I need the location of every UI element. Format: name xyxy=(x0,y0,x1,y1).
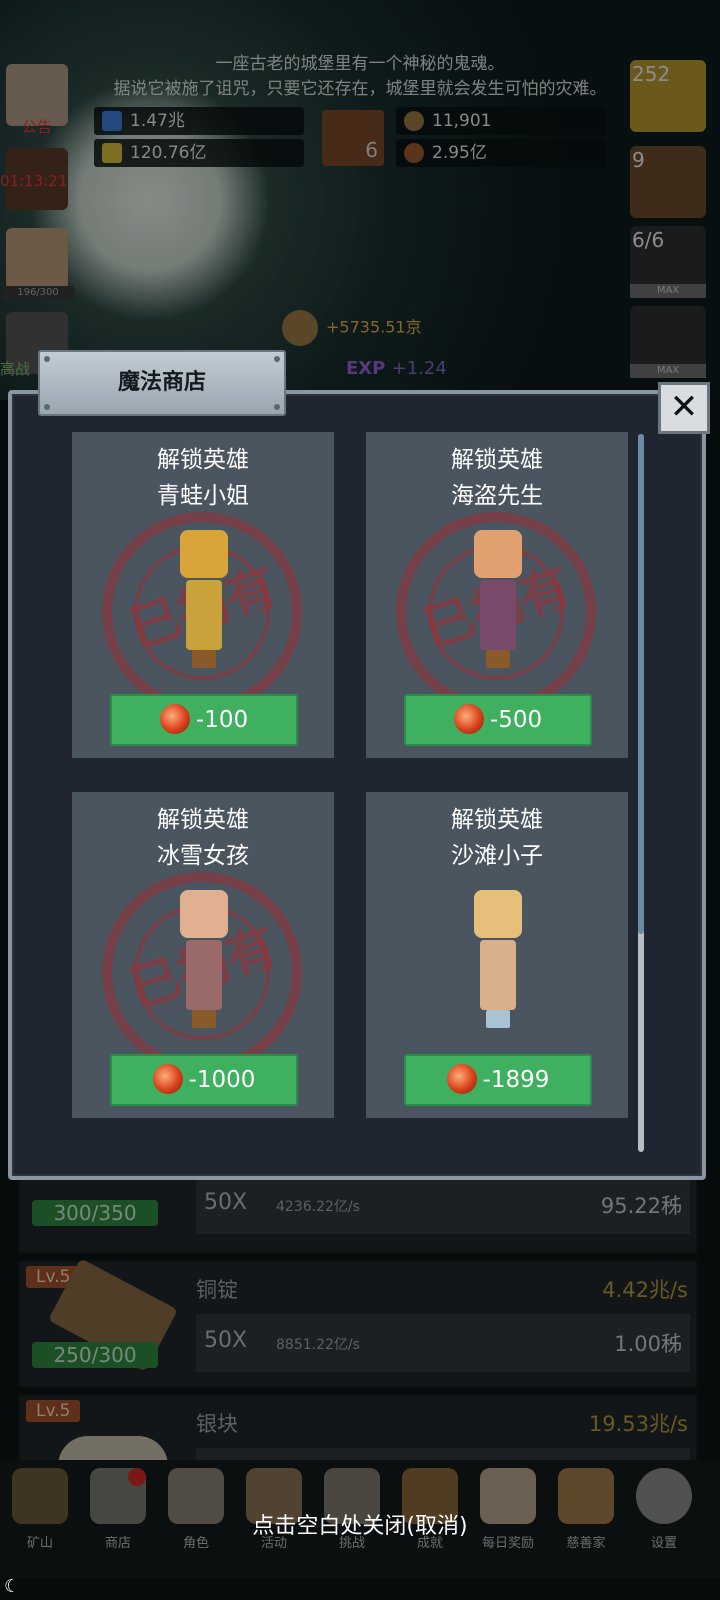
hero-legs xyxy=(192,650,216,668)
hero-body xyxy=(186,580,222,650)
shop-title: 魔法商店 xyxy=(117,370,206,395)
beach-boy-sprite xyxy=(474,890,522,1030)
price-label: -100 xyxy=(195,707,249,733)
card-hero-name: 海盗先生 xyxy=(451,483,543,509)
hero-legs xyxy=(192,1010,216,1028)
hero-card-ice-girl: 解锁英雄 冰雪女孩 已拥有 -1000 xyxy=(72,792,334,1118)
hero-head xyxy=(180,530,228,578)
card-hero-name: 青蛙小姐 xyxy=(157,483,249,509)
frog-lady-sprite xyxy=(180,530,228,670)
card-hero-name: 冰雪女孩 xyxy=(157,843,249,869)
price-label: -1899 xyxy=(482,1067,550,1093)
potion-icon xyxy=(446,1063,477,1094)
close-button[interactable]: ✕ xyxy=(658,382,710,434)
pirate-sprite xyxy=(474,530,522,670)
hero-head xyxy=(474,890,522,938)
hero-body xyxy=(480,580,516,650)
card-hero-name: 沙滩小子 xyxy=(451,843,543,869)
buy-button[interactable]: -500 xyxy=(404,694,592,746)
buy-button[interactable]: -1899 xyxy=(404,1054,592,1106)
hero-legs xyxy=(486,650,510,668)
potion-icon xyxy=(453,703,484,734)
rivet xyxy=(44,404,50,410)
close-hint: 点击空白处关闭(取消) xyxy=(252,1514,468,1539)
hero-body xyxy=(480,940,516,1010)
moon-icon: ☾ xyxy=(4,1576,21,1597)
rivet xyxy=(44,356,50,362)
buy-button[interactable]: -100 xyxy=(110,694,298,746)
hero-body xyxy=(186,940,222,1010)
scroll-thumb[interactable] xyxy=(638,434,644,934)
card-action: 解锁英雄 xyxy=(451,807,543,833)
hero-legs xyxy=(486,1010,510,1028)
hero-card-pirate-mister: 解锁英雄 海盗先生 已拥有 -500 xyxy=(366,432,628,758)
scrollbar[interactable] xyxy=(638,434,644,1152)
rivet xyxy=(274,356,280,362)
hero-card-beach-boy: 解锁英雄 沙滩小子 -1899 xyxy=(366,792,628,1118)
rivet xyxy=(274,404,280,410)
close-icon: ✕ xyxy=(669,387,699,427)
price-label: -1000 xyxy=(188,1067,256,1093)
card-action: 解锁英雄 xyxy=(451,447,543,473)
shop-title-plate: 魔法商店 xyxy=(38,350,286,416)
potion-icon xyxy=(152,1063,183,1094)
magic-shop-modal: 解锁英雄 青蛙小姐 已拥有 -100 解锁英雄 海盗先生 已拥有 -500 xyxy=(8,390,706,1180)
hero-card-frog-lady: 解锁英雄 青蛙小姐 已拥有 -100 xyxy=(72,432,334,758)
ice-girl-sprite xyxy=(180,890,228,1030)
card-action: 解锁英雄 xyxy=(157,447,249,473)
potion-icon xyxy=(159,703,190,734)
hero-head xyxy=(180,890,228,938)
buy-button[interactable]: -1000 xyxy=(110,1054,298,1106)
hero-head xyxy=(474,530,522,578)
card-action: 解锁英雄 xyxy=(157,807,249,833)
price-label: -500 xyxy=(489,707,543,733)
